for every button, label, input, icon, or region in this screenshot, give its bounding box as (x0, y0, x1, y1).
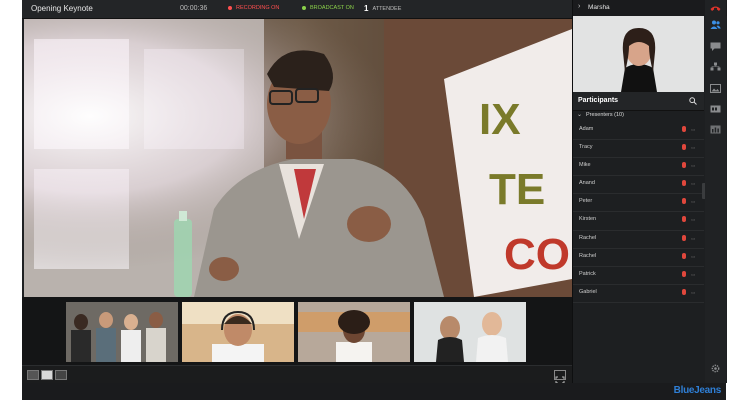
participant-name: Mike (579, 162, 591, 169)
mic-muted-icon[interactable] (682, 288, 686, 295)
woman-office-thumbnail-icon (298, 302, 410, 362)
video-thumbnail[interactable] (66, 302, 178, 362)
mic-muted-icon[interactable] (682, 180, 686, 187)
broadcast-status: BROADCAST ON (302, 5, 354, 11)
mic-muted-icon[interactable] (682, 144, 686, 151)
recording-label: RECORDING ON (236, 5, 280, 11)
chat-icon[interactable] (710, 42, 721, 51)
meeting-app: Opening Keynote 00:00:36 RECORDING ON BR… (22, 0, 727, 400)
attendee-label: ATTENDEE (372, 5, 402, 12)
camera-icon[interactable]: ▭ (691, 254, 695, 260)
participant-row[interactable]: Patrick ▭ (573, 267, 704, 285)
camera-icon[interactable]: ▭ (691, 163, 695, 169)
gallery-layout-button[interactable] (55, 370, 67, 380)
camera-icon[interactable]: ▭ (691, 199, 695, 205)
self-view-name: Marsha (588, 4, 610, 11)
attendee-count[interactable]: 1 ATTENDEE (364, 4, 401, 13)
mic-muted-icon[interactable] (682, 252, 686, 259)
camera-icon[interactable]: ▭ (691, 272, 695, 278)
top-bar: Opening Keynote 00:00:36 RECORDING ON BR… (22, 0, 572, 19)
participant-row[interactable]: Rachel ▭ (573, 231, 704, 249)
presenters-group-toggle[interactable]: ⌄ Presenters (10) (573, 110, 704, 122)
participant-row[interactable]: Gabriel ▭ (573, 285, 704, 303)
chevron-right-icon: › (578, 3, 581, 10)
participant-name: Peter (579, 198, 593, 205)
participant-name: Rachel (579, 234, 597, 241)
participant-row[interactable]: Tracy ▭ (573, 140, 704, 159)
speaker-layout-button[interactable] (27, 370, 39, 380)
participant-name: Patrick (579, 270, 596, 277)
participant-row[interactable]: Mike ▭ (573, 158, 704, 177)
participant-row[interactable]: Adam ▭ (573, 122, 704, 141)
gallery-icon[interactable] (710, 84, 721, 93)
participant-list: Adam ▭ Tracy ▭ Mike ▭ Anand ▭ Peter ▭ Ki… (573, 122, 704, 303)
participant-row[interactable]: Rachel ▭ (573, 249, 704, 267)
participants-header: Participants (573, 92, 704, 111)
mic-muted-icon[interactable] (682, 162, 686, 169)
share-icon[interactable] (710, 62, 721, 71)
right-panel: › Marsha Participants ⌄ Presenters (10) (572, 0, 727, 383)
stats-icon[interactable] (710, 125, 721, 134)
search-icon[interactable] (689, 97, 697, 105)
mic-muted-icon[interactable] (682, 126, 686, 132)
meeting-title: Opening Keynote (31, 4, 93, 13)
participant-name: Adam (579, 126, 594, 132)
two-people-thumbnail-icon (414, 302, 526, 362)
participant-name: Anand (579, 180, 595, 187)
video-thumbnail[interactable] (182, 302, 294, 362)
participant-row[interactable]: Anand ▭ (573, 176, 704, 195)
svg-text:TE: TE (489, 165, 545, 214)
participant-name: Gabriel (579, 288, 597, 295)
headset-man-thumbnail-icon (182, 302, 294, 362)
recording-dot-icon (228, 6, 232, 10)
captions-icon[interactable] (710, 105, 721, 114)
presenters-group-label: Presenters (10) (586, 112, 624, 118)
participant-name: Kirsten (579, 216, 597, 223)
meeting-timer: 00:00:36 (180, 5, 208, 12)
people-layout-button[interactable] (41, 370, 53, 380)
attendee-number: 1 (364, 4, 369, 13)
participant-row[interactable]: Kirsten ▭ (573, 212, 704, 231)
video-thumbnail[interactable] (298, 302, 410, 362)
video-thumbnail[interactable] (414, 302, 526, 362)
participant-name: Tracy (579, 144, 593, 151)
participant-row[interactable]: Peter ▭ (573, 194, 704, 213)
phone-hangup-icon[interactable] (710, 4, 721, 13)
camera-icon[interactable]: ▭ (691, 217, 695, 223)
speaker-video-frame: IX TE CO (24, 19, 572, 297)
svg-text:IX: IX (479, 95, 521, 144)
participants-title: Participants (578, 97, 619, 104)
mic-muted-icon[interactable] (682, 234, 686, 241)
self-view-frame (573, 16, 704, 92)
self-view-video[interactable] (573, 16, 704, 92)
broadcast-label: BROADCAST ON (310, 5, 354, 11)
self-view-header[interactable]: › Marsha (573, 0, 727, 16)
side-toolbar (705, 0, 726, 383)
mic-muted-icon[interactable] (682, 270, 686, 277)
participants-icon[interactable] (710, 20, 721, 29)
recording-status: RECORDING ON (228, 5, 279, 11)
fullscreen-button[interactable] (554, 370, 566, 384)
camera-icon[interactable]: ▭ (691, 181, 695, 187)
mic-muted-icon[interactable] (682, 198, 686, 205)
bluejeans-logo: BlueJeans (673, 385, 722, 396)
main-speaker-video[interactable]: IX TE CO (24, 19, 572, 297)
audience-thumbnail-icon (66, 302, 178, 362)
thumbnail-strip (22, 297, 572, 365)
settings-icon[interactable] (710, 364, 721, 373)
camera-icon[interactable]: ▭ (691, 127, 695, 133)
broadcast-dot-icon (302, 6, 306, 10)
layout-bar (22, 365, 572, 384)
chevron-down-icon: ⌄ (577, 112, 583, 118)
participant-name: Rachel (579, 252, 597, 259)
footer-bar: BlueJeans (22, 383, 726, 400)
svg-text:CO: CO (504, 230, 570, 279)
camera-icon[interactable]: ▭ (691, 236, 695, 242)
camera-icon[interactable]: ▭ (691, 290, 695, 296)
camera-icon[interactable]: ▭ (691, 145, 695, 151)
mic-muted-icon[interactable] (682, 216, 686, 223)
